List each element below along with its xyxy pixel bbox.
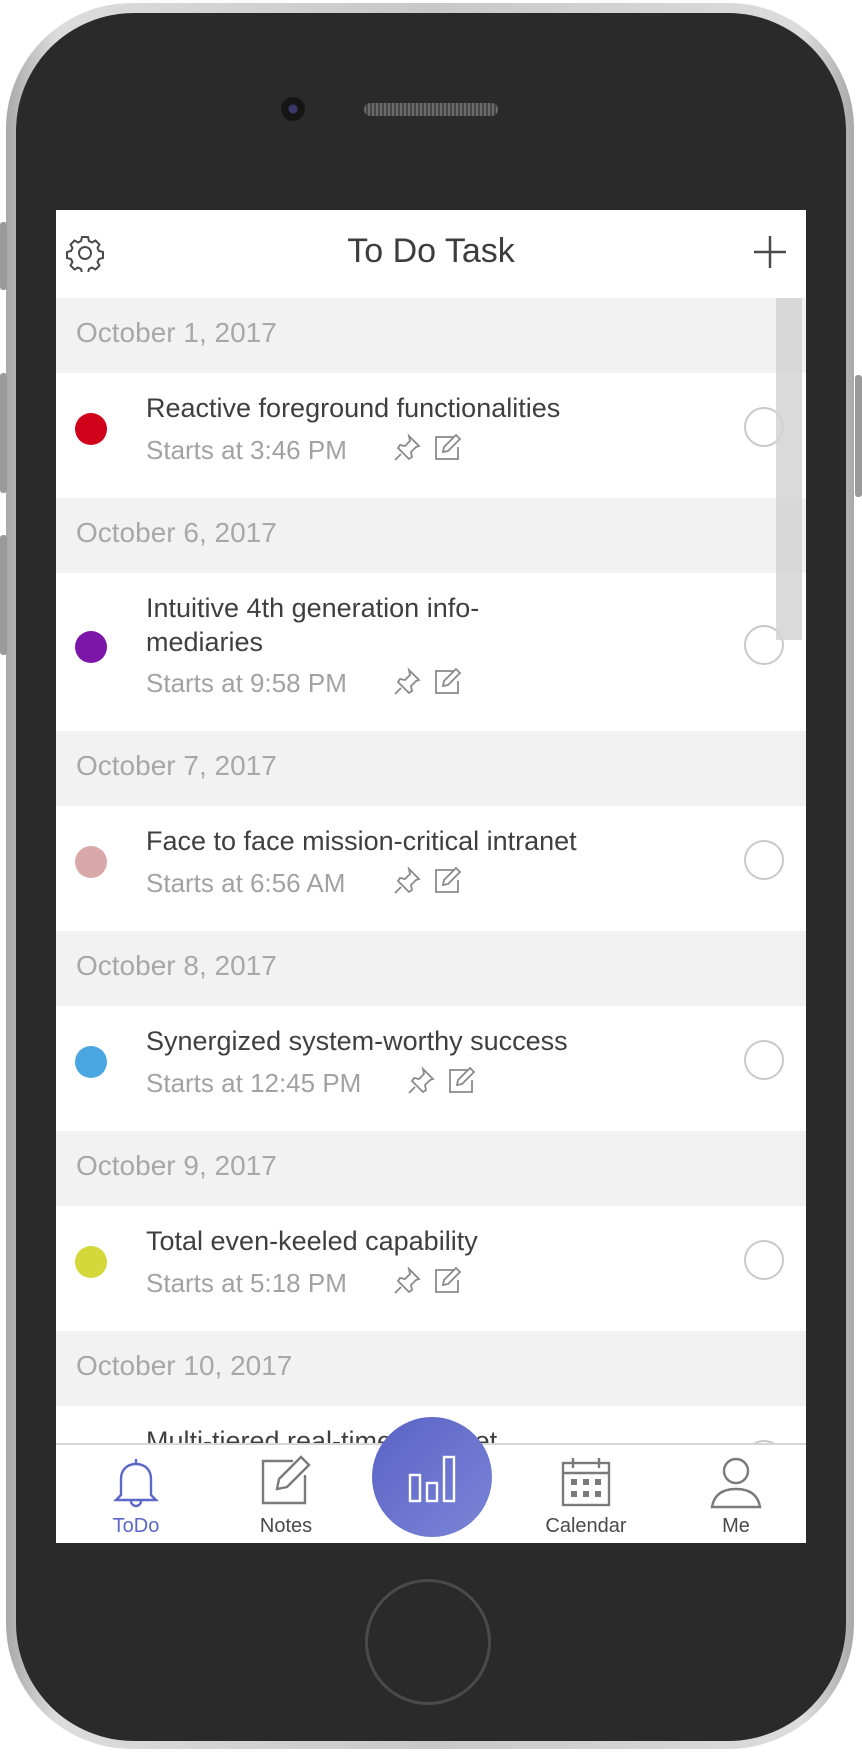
pin-icon[interactable] [406,1066,436,1096]
task-item[interactable]: Reactive foreground functionalities Star… [56,373,806,498]
task-color-dot [75,1046,107,1078]
edit-icon[interactable] [432,433,462,463]
tab-calendar[interactable]: Calendar [521,1445,651,1543]
complete-checkbox[interactable] [744,1040,784,1080]
date-header: October 1, 2017 [56,298,806,373]
tab-notes[interactable]: Notes [221,1445,351,1543]
mute-switch [0,222,7,290]
edit-icon[interactable] [432,1266,462,1296]
plus-icon[interactable] [752,234,788,270]
task-title: Face to face mission-critical intranet [146,826,577,856]
tab-label: Notes [259,1515,313,1537]
header: To Do Task [56,210,806,298]
task-time: Starts at 12:45 PM [146,1068,362,1098]
page-title: To Do Task [347,232,515,270]
task-title: Total even-keeled capability [146,1226,478,1256]
date-header: October 6, 2017 [56,498,806,573]
task-time: Starts at 5:18 PM [146,1268,347,1298]
stats-fab-button[interactable] [372,1417,492,1537]
camera-icon [281,97,305,121]
task-item[interactable]: Intuitive 4th generation info-mediaries … [56,573,806,731]
edit-icon[interactable] [446,1066,476,1096]
calendar-icon [561,1458,611,1507]
task-item[interactable]: Synergized system-worthy success Starts … [56,1006,806,1131]
complete-checkbox[interactable] [744,1240,784,1280]
volume-down-button [0,535,7,655]
home-button[interactable] [365,1579,491,1705]
task-title: Intuitive 4th generation info-mediaries [146,593,480,657]
task-color-dot [75,846,107,878]
tab-label: Calendar [545,1515,627,1537]
bar-chart-icon [408,1455,456,1503]
tab-label: ToDo [112,1515,160,1537]
task-title: Synergized system-worthy success [146,1026,568,1056]
task-item[interactable]: Total even-keeled capability Starts at 5… [56,1206,806,1331]
app-screen: To Do Task October 1, 2017 Reactive fore… [56,210,806,1543]
date-header: October 9, 2017 [56,1131,806,1206]
edit-icon[interactable] [432,667,462,697]
speaker-grille [364,103,498,116]
power-button [855,375,862,497]
task-color-dot [75,1246,107,1278]
note-edit-icon [261,1455,311,1505]
task-title: Reactive foreground functionalities [146,393,561,423]
person-icon [710,1457,762,1509]
task-item[interactable]: Face to face mission-critical intranet S… [56,806,806,931]
date-header: October 7, 2017 [56,731,806,806]
bell-icon [113,1459,159,1508]
date-header: October 10, 2017 [56,1331,806,1406]
volume-up-button [0,373,7,493]
task-time: Starts at 3:46 PM [146,435,347,465]
tab-label: Me [722,1515,750,1537]
tab-todo[interactable]: ToDo [71,1445,201,1543]
task-time: Starts at 6:56 AM [146,868,346,898]
edit-icon[interactable] [432,866,462,896]
pin-icon[interactable] [392,1266,422,1296]
pin-icon[interactable] [392,433,422,463]
task-list[interactable]: October 1, 2017 Reactive foreground func… [56,298,806,1453]
date-header: October 8, 2017 [56,931,806,1006]
complete-checkbox[interactable] [744,840,784,880]
pin-icon[interactable] [392,866,422,896]
tab-me[interactable]: Me [671,1445,801,1543]
pin-icon[interactable] [392,667,422,697]
task-color-dot [75,631,107,663]
task-color-dot [75,413,107,445]
task-time: Starts at 9:58 PM [146,668,347,698]
scrollbar[interactable] [776,298,802,640]
